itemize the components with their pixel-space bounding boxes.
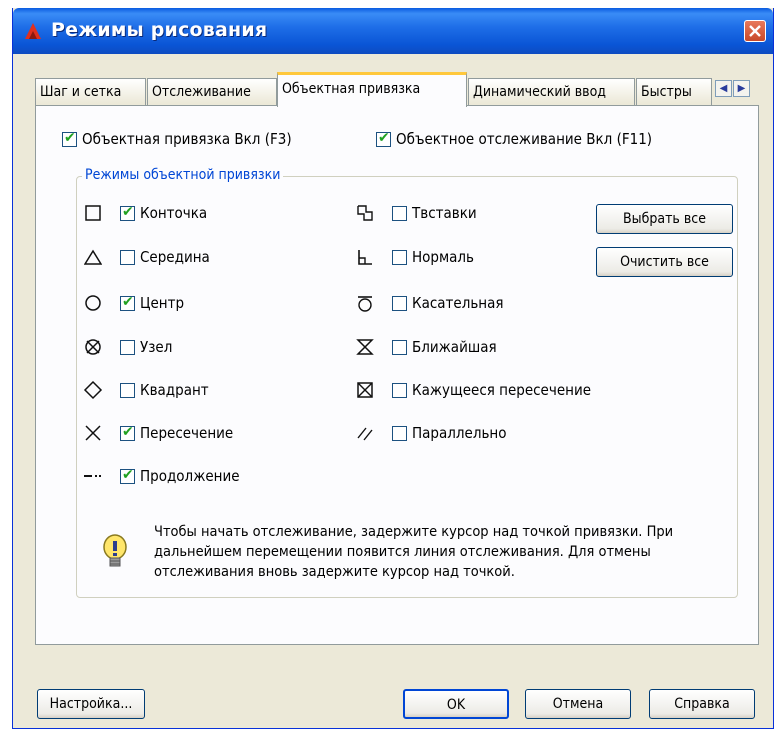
quadrant-label: Квадрант — [140, 381, 209, 399]
parallel-icon — [354, 422, 376, 444]
quadrant-checkbox[interactable] — [120, 383, 135, 398]
check-icon: ✔ — [122, 424, 134, 440]
ok-button[interactable]: OK — [403, 689, 509, 719]
tab-quick-properties[interactable]: Быстры — [636, 78, 712, 106]
tab-object-snap[interactable]: Объектная привязка — [277, 72, 467, 107]
nearest-icon — [354, 336, 376, 358]
tab-strip: Шаг и сетка Отслеживание Объектная привя… — [35, 72, 759, 107]
center-label: Центр — [140, 294, 185, 312]
select-all-button[interactable]: Выбрать все — [596, 204, 733, 234]
tab-snap-grid[interactable]: Шаг и сетка — [35, 78, 146, 106]
lightbulb-icon — [103, 534, 127, 567]
nearest-checkbox[interactable] — [392, 340, 407, 355]
settings-button[interactable]: Настройка... — [37, 689, 145, 719]
check-icon: ✔ — [378, 130, 390, 146]
endpoint-square-icon — [82, 202, 104, 224]
clear-all-button[interactable]: Очистить все — [596, 247, 733, 277]
window-title: Режимы рисования — [51, 19, 268, 41]
parallel-checkbox[interactable] — [392, 426, 407, 441]
node-icon — [82, 336, 104, 358]
arrow-right-icon: ▶ — [737, 83, 746, 94]
quadrant-diamond-icon — [82, 379, 104, 401]
tangent-label: Касательная — [412, 294, 504, 312]
close-icon — [749, 25, 761, 37]
perpendicular-label: Нормаль — [412, 248, 475, 266]
center-circle-icon — [82, 292, 104, 314]
check-icon: ✔ — [122, 467, 134, 483]
insertion-label: Твставки — [412, 204, 477, 222]
apparent-intersection-label: Кажущееся пересечение — [412, 381, 592, 399]
tab-dynamic-input[interactable]: Динамический ввод — [468, 78, 635, 106]
apparent-intersection-icon — [354, 379, 376, 401]
hint-text: Чтобы начать отслеживание, задержите кур… — [154, 524, 674, 580]
intersection-label: Пересечение — [140, 424, 234, 442]
node-label: Узел — [140, 338, 173, 356]
close-button[interactable] — [744, 20, 766, 42]
tab-scroll-left-button[interactable]: ◀ — [715, 80, 732, 97]
cancel-button[interactable]: Отмена — [525, 689, 631, 719]
tangent-checkbox[interactable] — [392, 296, 407, 311]
perpendicular-checkbox[interactable] — [392, 250, 407, 265]
osnap-on-checkbox[interactable]: ✔ — [62, 130, 77, 147]
autocad-app-icon — [25, 23, 41, 39]
tab-polar-tracking[interactable]: Отслеживание — [147, 78, 277, 106]
perpendicular-icon — [354, 246, 376, 268]
object-snap-panel: ✔ Объектная привязка Вкл (F3) ✔ Объектно… — [35, 105, 759, 645]
intersection-checkbox[interactable]: ✔ — [120, 424, 135, 441]
check-icon: ✔ — [122, 294, 134, 310]
drawing-settings-dialog: Режимы рисования Шаг и сетка Отслеживани… — [12, 8, 774, 729]
apparent-intersection-checkbox[interactable] — [392, 383, 407, 398]
midpoint-checkbox[interactable] — [120, 250, 135, 265]
title-bar[interactable]: Режимы рисования — [13, 8, 773, 54]
endpoint-label: Конточка — [140, 204, 208, 222]
midpoint-label: Середина — [140, 248, 210, 266]
check-icon: ✔ — [122, 204, 134, 220]
check-icon: ✔ — [64, 130, 76, 146]
help-button[interactable]: Справка — [649, 689, 755, 719]
osnap-on-label: Объектная привязка Вкл (F3) — [82, 130, 292, 148]
extension-checkbox[interactable]: ✔ — [120, 467, 135, 484]
otrack-on-checkbox[interactable]: ✔ — [376, 130, 391, 147]
endpoint-checkbox[interactable]: ✔ — [120, 204, 135, 221]
otrack-on-label: Объектное отслеживание Вкл (F11) — [396, 130, 653, 148]
insertion-checkbox[interactable] — [392, 206, 407, 221]
arrow-left-icon: ◀ — [719, 83, 728, 94]
parallel-label: Параллельно — [412, 424, 507, 442]
extension-icon — [82, 465, 104, 487]
insertion-icon — [354, 202, 376, 224]
midpoint-triangle-icon — [82, 246, 104, 268]
nearest-label: Ближайшая — [412, 338, 497, 356]
center-checkbox[interactable]: ✔ — [120, 294, 135, 311]
extension-label: Продолжение — [140, 467, 240, 485]
snap-modes-group-title: Режимы объектной привязки — [82, 167, 284, 183]
tab-scroll-right-button[interactable]: ▶ — [733, 80, 750, 97]
intersection-cross-icon — [82, 422, 104, 444]
tangent-icon — [354, 292, 376, 314]
node-checkbox[interactable] — [120, 340, 135, 355]
